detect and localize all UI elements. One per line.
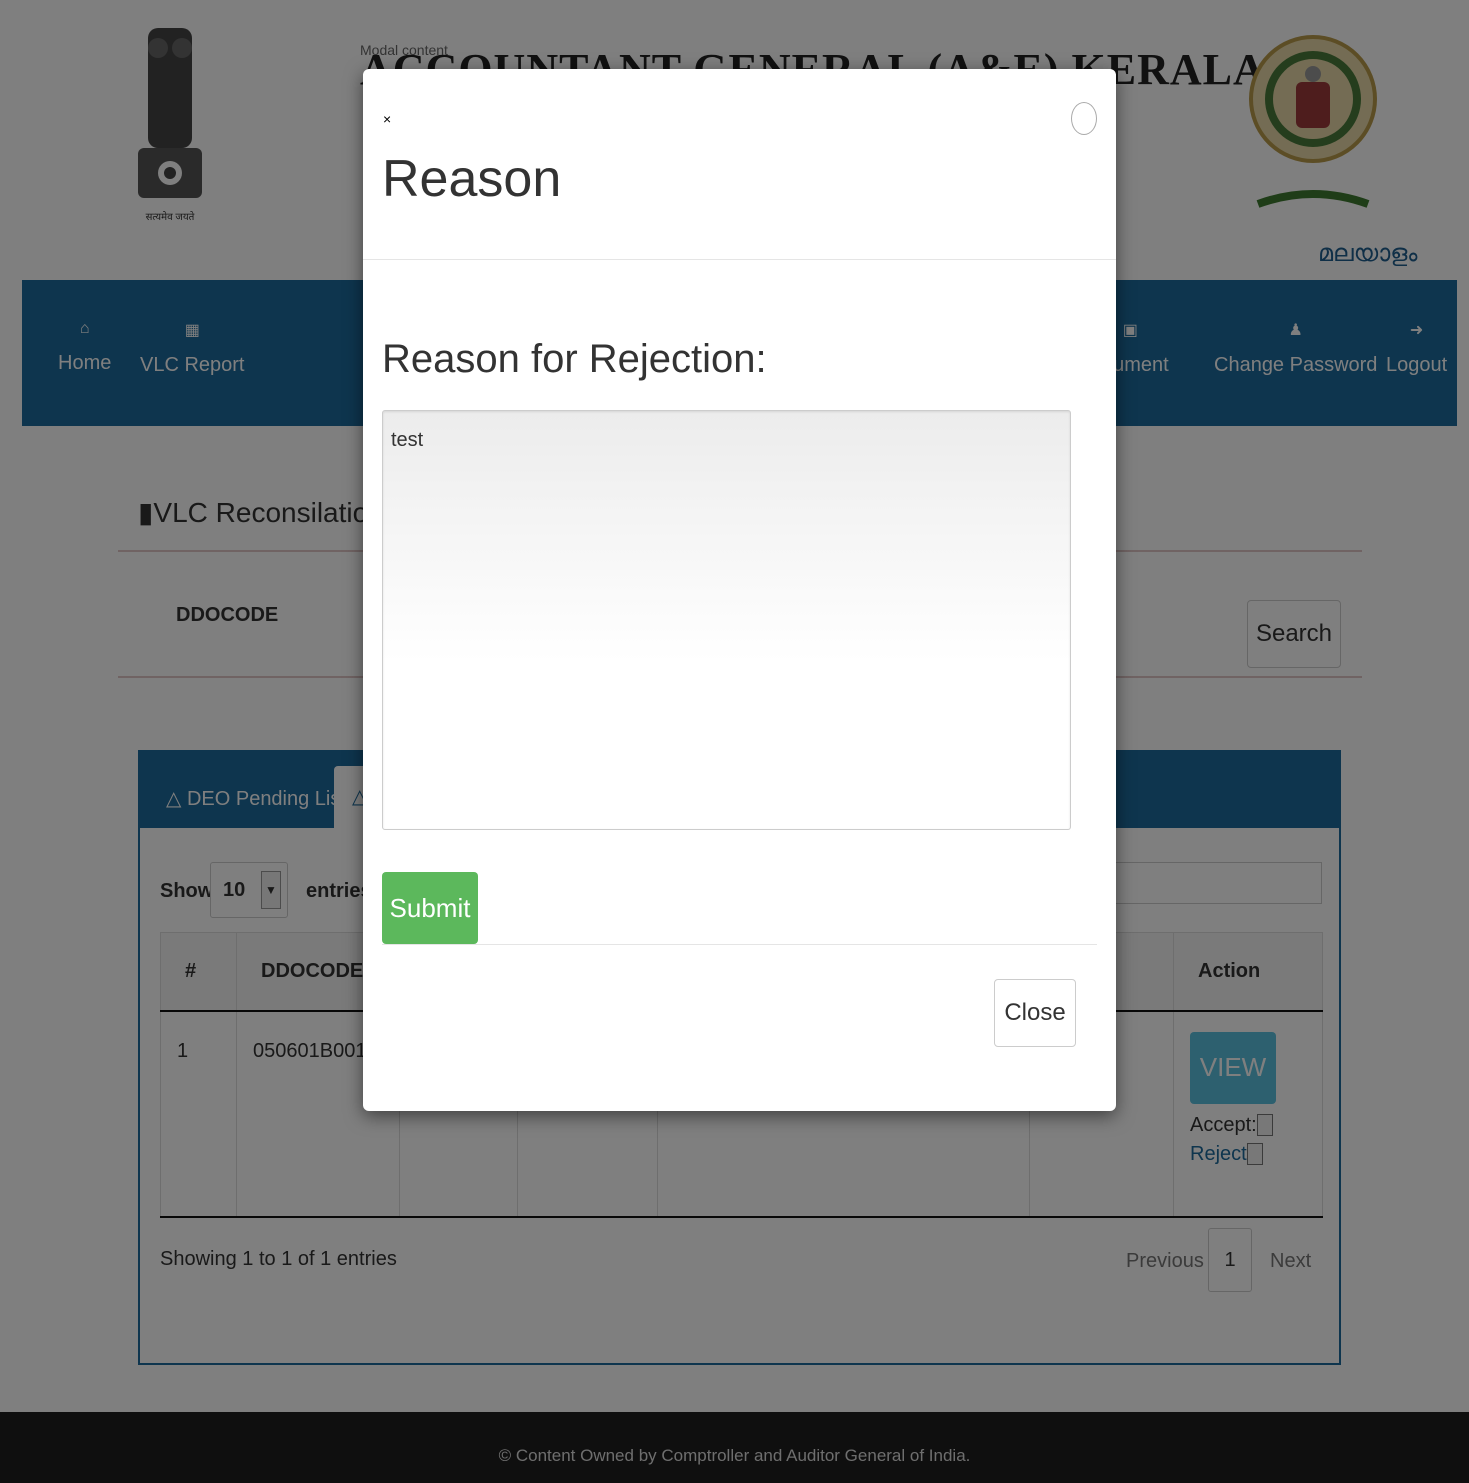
reason-textarea[interactable]: test: [382, 410, 1071, 830]
modal-title: Reason: [382, 150, 562, 208]
circle-icon: [1071, 102, 1097, 135]
reason-label: Reason for Rejection:: [382, 337, 767, 381]
reason-modal: × Reason Reason for Rejection: test Subm…: [363, 69, 1116, 1111]
divider: [363, 259, 1116, 260]
close-button[interactable]: Close: [994, 979, 1076, 1047]
submit-button[interactable]: Submit: [382, 872, 478, 944]
modal-content-label: Modal content: [360, 42, 448, 58]
close-icon[interactable]: ×: [383, 111, 391, 127]
divider: [382, 944, 1097, 945]
